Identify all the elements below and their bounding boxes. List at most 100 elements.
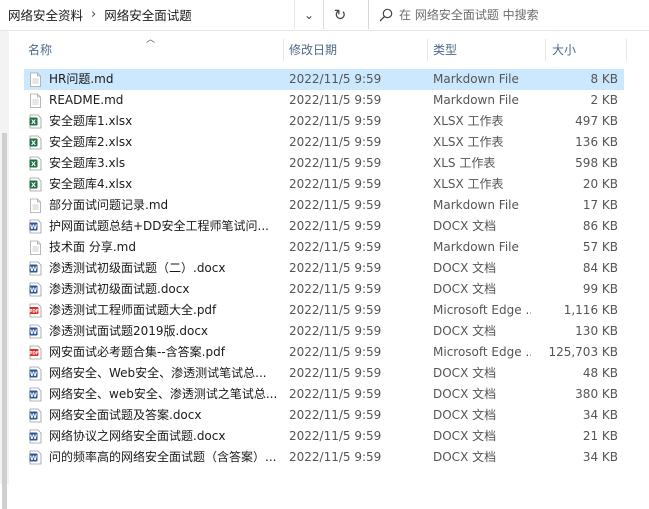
search-input[interactable] — [399, 7, 629, 22]
file-type: Markdown File — [433, 240, 519, 254]
file-size: 598 KB — [575, 156, 618, 170]
svg-text:W: W — [30, 223, 37, 231]
svg-text:W: W — [30, 286, 37, 294]
column-header-type[interactable]: 类型 — [433, 39, 457, 61]
file-size: 17 KB — [582, 198, 618, 212]
file-type: XLSX 工作表 — [433, 114, 504, 128]
file-name: 部分面试问题记录.md — [49, 198, 169, 212]
svg-text:PDF: PDF — [29, 351, 39, 356]
address-history-dropdown-icon[interactable]: ⌄ — [294, 0, 323, 29]
file-size: 99 KB — [582, 282, 618, 296]
file-type: Markdown File — [433, 72, 519, 86]
excel-file-icon: X — [29, 114, 42, 129]
svg-text:W: W — [30, 454, 37, 462]
file-row[interactable]: W 网络安全面试题及答案.docx 2022/11/5 9:59 DOCX 文档 34 … — [24, 405, 624, 426]
file-size: 130 KB — [575, 324, 618, 338]
file-name: 渗透测试面试题2019版.docx — [49, 324, 209, 338]
file-date: 2022/11/5 9:59 — [289, 324, 382, 338]
file-name: HR问题.md — [49, 72, 114, 86]
file-type: DOCX 文档 — [433, 408, 497, 422]
svg-text:W: W — [30, 370, 37, 378]
file-size: 34 KB — [582, 408, 618, 422]
file-type: XLSX 工作表 — [433, 135, 504, 149]
file-date: 2022/11/5 9:59 — [289, 156, 382, 170]
scrollbar-thumb[interactable] — [2, 133, 7, 509]
file-row[interactable]: W 渗透测试面试题2019版.docx 2022/11/5 9:59 DOCX 文档 1… — [24, 321, 624, 342]
file-date: 2022/11/5 9:59 — [289, 366, 382, 380]
breadcrumb-chevron-icon[interactable]: › — [91, 7, 96, 22]
file-date: 2022/11/5 9:59 — [289, 219, 382, 233]
file-row[interactable]: W 问的频率高的网络安全面试题（含答案）... 2022/11/5 9:59 DOCX… — [24, 447, 624, 468]
svg-text:W: W — [30, 433, 37, 441]
file-name: 网络安全面试题及答案.docx — [49, 408, 202, 422]
text-file-icon — [29, 240, 42, 255]
file-row[interactable]: W 渗透测试初级面试题（二）.docx 2022/11/5 9:59 DOCX 文档 8… — [24, 258, 624, 279]
file-type: Markdown File — [433, 93, 519, 107]
word-file-icon: W — [29, 261, 42, 276]
word-file-icon: W — [29, 387, 42, 402]
file-type: DOCX 文档 — [433, 429, 497, 443]
file-row[interactable]: W 网络协议之网络安全面试题.docx 2022/11/5 9:59 DOCX 文档 2… — [24, 426, 624, 447]
word-file-icon: W — [29, 219, 42, 234]
file-date: 2022/11/5 9:59 — [289, 198, 382, 212]
column-divider[interactable] — [427, 39, 428, 61]
file-size: 2 KB — [590, 93, 618, 107]
file-type: DOCX 文档 — [433, 450, 497, 464]
file-size: 84 KB — [582, 261, 618, 275]
word-file-icon: W — [29, 408, 42, 423]
file-size: 1,116 KB — [563, 303, 618, 317]
file-row[interactable]: 技术面 分享.md 2022/11/5 9:59 Markdown File 57 K… — [24, 237, 624, 258]
file-row[interactable]: PDF 渗透测试工程师面试题大全.pdf 2022/11/5 9:59 Microso… — [24, 300, 624, 321]
file-row[interactable]: 部分面试问题记录.md 2022/11/5 9:59 Markdown File 17… — [24, 195, 624, 216]
file-row[interactable]: PDF 网安面试必考题合集--含答案.pdf 2022/11/5 9:59 Micro… — [24, 342, 624, 363]
file-name: 安全题库1.xlsx — [49, 114, 133, 128]
pdf-file-icon: PDF — [29, 303, 42, 318]
word-file-icon: W — [29, 282, 42, 297]
file-row[interactable]: W 护网面试题总结+DD安全工程师笔试问... 2022/11/5 9:59 DOCX… — [24, 216, 624, 237]
file-date: 2022/11/5 9:59 — [289, 429, 382, 443]
svg-text:W: W — [30, 265, 37, 273]
column-header-size[interactable]: 大小 — [552, 39, 576, 61]
file-name: 安全题库4.xlsx — [49, 177, 133, 191]
file-date: 2022/11/5 9:59 — [289, 408, 382, 422]
file-type: DOCX 文档 — [433, 324, 497, 338]
file-row[interactable]: HR问题.md 2022/11/5 9:59 Markdown File 8 KB — [24, 69, 624, 90]
file-row[interactable]: X 安全题库1.xlsx 2022/11/5 9:59 XLSX 工作表 497 KB — [24, 111, 624, 132]
file-type: XLSX 工作表 — [433, 177, 504, 191]
file-date: 2022/11/5 9:59 — [289, 135, 382, 149]
file-size: 20 KB — [582, 177, 618, 191]
file-size: 136 KB — [575, 135, 618, 149]
file-name: 护网面试题总结+DD安全工程师笔试问... — [49, 219, 269, 233]
excel-file-icon: X — [29, 135, 42, 150]
text-file-icon — [29, 93, 42, 108]
svg-text:PDF: PDF — [29, 309, 39, 314]
file-date: 2022/11/5 9:59 — [289, 177, 382, 191]
column-header-date[interactable]: 修改日期 — [289, 39, 337, 61]
file-row[interactable]: X 安全题库3.xls 2022/11/5 9:59 XLS 工作表 598 KB — [24, 153, 624, 174]
file-size: 125,703 KB — [548, 345, 618, 359]
text-file-icon — [29, 198, 42, 213]
column-divider[interactable] — [545, 39, 546, 61]
refresh-icon[interactable]: ↻ — [328, 0, 352, 29]
file-type: DOCX 文档 — [433, 261, 497, 275]
address-bar[interactable]: 网络安全资料 › 网络安全面试题 ⌄ — [0, 0, 324, 29]
file-row[interactable]: X 安全题库4.xlsx 2022/11/5 9:59 XLSX 工作表 20 KB — [24, 174, 624, 195]
file-row[interactable]: X 安全题库2.xlsx 2022/11/5 9:59 XLSX 工作表 136 KB — [24, 132, 624, 153]
svg-text:X: X — [31, 118, 36, 126]
breadcrumb-current[interactable]: 网络安全面试题 — [104, 5, 192, 24]
file-row[interactable]: W 网络安全、Web安全、渗透测试笔试总... 2022/11/5 9:59 DOCX… — [24, 363, 624, 384]
file-name: 网安面试必考题合集--含答案.pdf — [49, 345, 225, 359]
file-name: 网络安全、web安全、渗透测试之笔试总... — [49, 387, 277, 401]
column-divider[interactable] — [626, 39, 627, 61]
file-name: 技术面 分享.md — [49, 240, 136, 254]
file-name: 渗透测试初级面试题.docx — [49, 282, 190, 296]
breadcrumb-root[interactable]: 网络安全资料 — [8, 5, 83, 24]
word-file-icon: W — [29, 366, 42, 381]
file-row[interactable]: W 渗透测试初级面试题.docx 2022/11/5 9:59 DOCX 文档 99 K… — [24, 279, 624, 300]
column-divider[interactable] — [283, 39, 284, 61]
search-box[interactable] — [368, 0, 649, 29]
column-header-name[interactable]: 名称 — [28, 39, 52, 61]
file-row[interactable]: W 网络安全、web安全、渗透测试之笔试总... 2022/11/5 9:59 DOC… — [24, 384, 624, 405]
file-row[interactable]: README.md 2022/11/5 9:59 Markdown File 2 KB — [24, 90, 624, 111]
column-headers: 名称 修改日期 类型 大小 — [0, 39, 649, 61]
